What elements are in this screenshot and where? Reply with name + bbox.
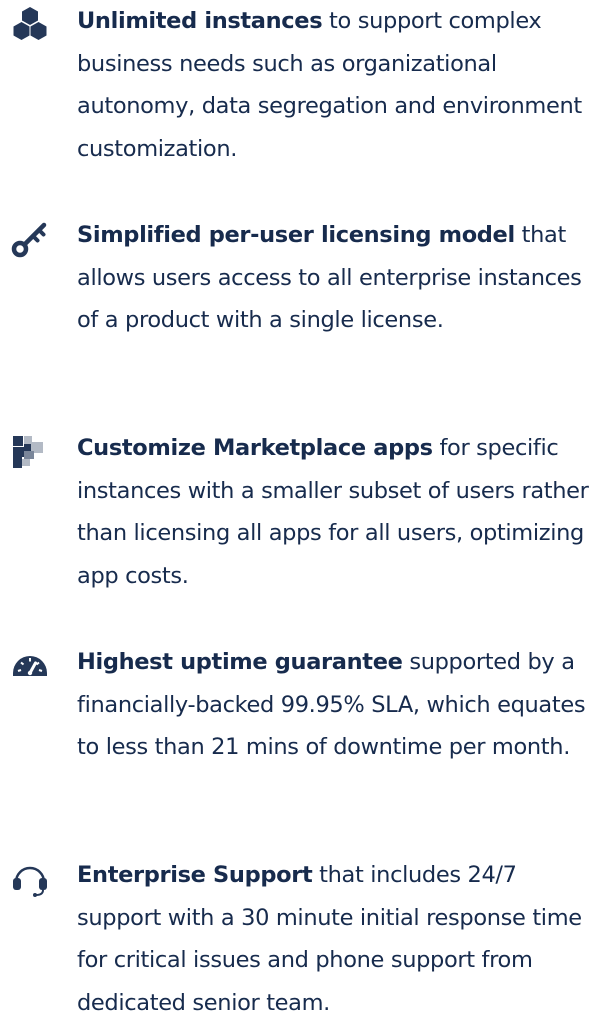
headset-icon [8, 856, 52, 900]
feature-text: Highest uptime guarantee supported by a … [77, 641, 597, 769]
feature-title: Enterprise Support [77, 862, 313, 888]
cubes-icon [8, 2, 52, 46]
key-icon [8, 216, 52, 260]
feature-title: Customize Marketplace apps [77, 435, 433, 461]
puzzle-blocks-icon [8, 429, 52, 473]
speedometer-icon [8, 643, 52, 687]
feature-text: Simplified per-user licensing model that… [77, 214, 597, 342]
feature-text: Customize Marketplace apps for specific … [77, 427, 597, 597]
feature-title: Unlimited instances [77, 8, 323, 34]
feature-title: Highest uptime guarantee [77, 649, 403, 675]
feature-text: Unlimited instances to support complex b… [77, 0, 597, 170]
feature-title: Simplified per-user licensing model [77, 222, 515, 248]
feature-text: Enterprise Support that includes 24/7 su… [77, 854, 597, 1024]
